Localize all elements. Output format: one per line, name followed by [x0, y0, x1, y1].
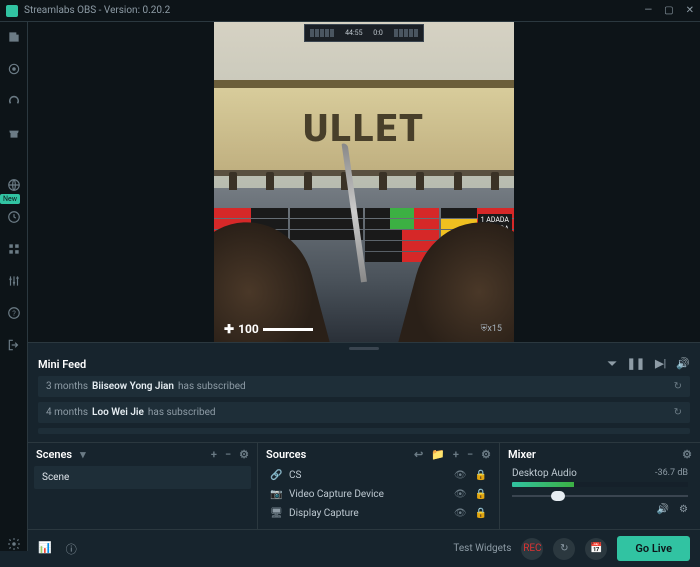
- folder-icon[interactable]: 📁: [431, 448, 445, 461]
- maximize-button[interactable]: ▢: [664, 5, 673, 16]
- drag-handle[interactable]: [28, 343, 700, 353]
- sources-title: Sources: [266, 448, 306, 461]
- audio-meter: [512, 482, 688, 487]
- pause-icon[interactable]: ❚❚: [627, 357, 645, 371]
- store-icon[interactable]: [7, 126, 21, 140]
- lock-icon[interactable]: 🔒: [475, 508, 487, 519]
- hud-multiplier: ⛨x15: [481, 324, 502, 334]
- logout-icon[interactable]: [7, 338, 21, 352]
- camera-icon: 📷: [270, 489, 282, 500]
- info-icon[interactable]: ⓘ: [66, 541, 77, 557]
- new-badge: New: [0, 194, 20, 204]
- mute-icon[interactable]: 🔊: [657, 504, 669, 515]
- mixer-source-name: Desktop Audio: [512, 468, 577, 479]
- lock-icon[interactable]: 🔒: [475, 489, 487, 500]
- feed-progress: [38, 428, 690, 434]
- mixer-item: Desktop Audio -36.7 dB 🔊 ⚙: [506, 466, 694, 517]
- dashboard-icon[interactable]: [7, 94, 21, 108]
- replay-button[interactable]: ↻: [553, 538, 575, 560]
- volume-icon[interactable]: 🔊: [676, 357, 690, 371]
- remove-source-icon[interactable]: −: [467, 448, 473, 461]
- feed-item: 4 months Loo Wei Jie has subscribed ↻: [38, 402, 690, 423]
- minimize-button[interactable]: —: [644, 5, 652, 16]
- folder-back-icon[interactable]: ↩: [414, 448, 423, 461]
- scenes-title: Scenes: [36, 448, 72, 461]
- clock-icon[interactable]: [7, 210, 21, 224]
- stats-icon[interactable]: 📊: [38, 541, 52, 557]
- scene-settings-icon[interactable]: ⚙: [239, 448, 249, 461]
- close-button[interactable]: ✕: [686, 5, 694, 16]
- hud-health: ✚ 100: [224, 322, 313, 336]
- lock-icon[interactable]: 🔒: [475, 470, 487, 481]
- link-icon: 🔗: [270, 470, 282, 481]
- game-scoreboard: 44:55 0:0: [304, 24, 424, 42]
- mixer-title: Mixer: [508, 448, 536, 461]
- visibility-icon[interactable]: 👁: [454, 508, 467, 519]
- titlebar: Streamlabs OBS - Version: 0.20.2 — ▢ ✕: [0, 0, 700, 22]
- volume-slider[interactable]: [512, 491, 688, 501]
- add-scene-icon[interactable]: +: [211, 448, 217, 461]
- remove-scene-icon[interactable]: −: [225, 448, 231, 461]
- chevron-down-icon[interactable]: ▾: [80, 448, 86, 461]
- mixer-settings-icon[interactable]: ⚙: [682, 448, 692, 461]
- mixer-db-value: -36.7 dB: [655, 468, 688, 479]
- preview-area[interactable]: ULLET 44:55 0:0: [28, 22, 700, 342]
- source-item[interactable]: 📷 Video Capture Device 👁🔒: [264, 485, 493, 504]
- target-icon[interactable]: [7, 62, 21, 76]
- left-sidebar: New ?: [0, 22, 28, 551]
- feed-item: 3 months Biiseow Yong Jian has subscribe…: [38, 376, 690, 397]
- add-source-icon[interactable]: +: [453, 448, 459, 461]
- repeat-icon[interactable]: ↻: [674, 381, 682, 392]
- editor-icon[interactable]: [7, 30, 21, 44]
- test-widgets-button[interactable]: Test Widgets: [453, 543, 511, 554]
- settings-icon[interactable]: [7, 537, 21, 551]
- minifeed-title: Mini Feed: [38, 358, 86, 371]
- grid-icon[interactable]: [7, 242, 21, 256]
- skip-icon[interactable]: ▶|: [655, 357, 666, 371]
- filter-icon[interactable]: ⏷: [608, 357, 617, 371]
- source-item[interactable]: 🔗 CS 👁🔒: [264, 466, 493, 485]
- footer: 📊 ⓘ Test Widgets REC ↻ 📅 Go Live: [28, 529, 700, 567]
- schedule-button[interactable]: 📅: [585, 538, 607, 560]
- source-item[interactable]: 🖥 Display Capture 👁🔒: [264, 504, 493, 523]
- visibility-icon[interactable]: 👁: [454, 470, 467, 481]
- game-preview: ULLET 44:55 0:0: [214, 22, 514, 342]
- globe-icon[interactable]: [7, 178, 21, 192]
- source-settings-icon[interactable]: ⚙: [481, 448, 491, 461]
- visibility-icon[interactable]: 👁: [454, 489, 467, 500]
- window-title: Streamlabs OBS - Version: 0.20.2: [24, 5, 170, 16]
- audio-settings-icon[interactable]: ⚙: [679, 504, 688, 515]
- display-icon: 🖥: [270, 508, 282, 519]
- record-button[interactable]: REC: [521, 538, 543, 560]
- scene-item[interactable]: Scene: [34, 466, 251, 489]
- app-logo-icon: [6, 5, 18, 17]
- svg-text:?: ?: [12, 309, 16, 318]
- sliders-icon[interactable]: [7, 274, 21, 288]
- question-icon[interactable]: ?: [7, 306, 21, 320]
- repeat-icon[interactable]: ↻: [674, 407, 682, 418]
- go-live-button[interactable]: Go Live: [617, 536, 690, 561]
